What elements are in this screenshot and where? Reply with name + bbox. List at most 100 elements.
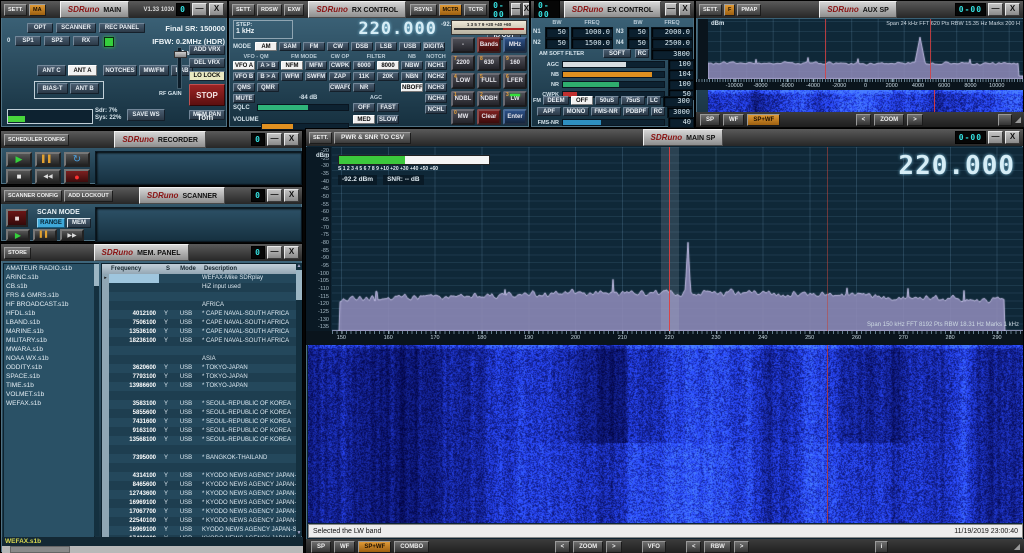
table-row[interactable]: 3620600 Y USB * TOKYO-JAPAN — [102, 364, 296, 373]
mode-button[interactable]: FM — [303, 42, 325, 51]
table-row[interactable] — [102, 346, 296, 355]
minimize-icon[interactable]: — — [988, 3, 1004, 16]
mw-fm-notch-button[interactable]: MW/FM — [139, 65, 169, 76]
memory-bank-item[interactable]: HFDL.s1b — [4, 309, 94, 318]
rx-grid-button[interactable]: SWFM — [305, 72, 327, 81]
exw-button[interactable]: EXW — [283, 3, 305, 16]
sp-wf-button[interactable]: SP+WF — [358, 540, 392, 553]
mem-h-scrollbar[interactable] — [2, 546, 303, 553]
table-row[interactable]: 17067700 Y USB * KYODO NEWS AGENCY JAPAN-S — [102, 508, 296, 517]
memory-bank-item[interactable]: AMATEUR RADIO.s1b — [4, 264, 94, 273]
vfo-button[interactable]: VFO — [641, 540, 666, 553]
zoom-out-button[interactable]: < — [554, 540, 571, 553]
rx-grid-button[interactable]: VFO B — [233, 72, 255, 81]
column-header[interactable]: S — [161, 264, 175, 274]
keypad-key[interactable]: NDBL 1 — [451, 91, 475, 107]
aux-settings-button[interactable]: SETT. — [699, 3, 722, 16]
record-pause-button[interactable]: ▌▌ — [35, 152, 61, 167]
rdsw-button[interactable]: RDSW — [256, 3, 282, 16]
table-row[interactable]: 18236100 Y USB * CAPE NAVAL-SOUTH AFRICA — [102, 337, 296, 346]
keypad-key[interactable]: LOW 4 — [451, 73, 475, 89]
rx-grid-button[interactable]: B > A — [257, 72, 279, 81]
table-row[interactable]: 5855600 Y USB * SEOUL-REPUBLIC OF KOREA — [102, 409, 296, 418]
keypad-key[interactable]: 2200 7 — [451, 55, 475, 71]
ant-a-button[interactable]: ANT A — [68, 65, 97, 76]
memory-bank-item[interactable]: CB.s1b — [4, 282, 94, 291]
table-row[interactable]: ASIA — [102, 355, 296, 364]
keypad-key[interactable]: LFER 6 — [503, 73, 527, 89]
main-waterfall[interactable] — [308, 345, 1023, 523]
sp1-button[interactable]: SP1 — [15, 36, 41, 46]
step-box[interactable]: STEP: 1 kHz — [233, 20, 293, 39]
save-ws-button[interactable]: SAVE WS — [127, 109, 165, 121]
keypad-key[interactable]: Bands — [477, 37, 501, 53]
column-header[interactable]: Mode — [175, 264, 201, 274]
minimize-icon[interactable]: — — [192, 3, 207, 16]
record-rewind-button[interactable]: ◀◀ — [35, 169, 61, 184]
main-settings-button[interactable]: SETT. — [4, 3, 27, 16]
minimize-icon[interactable]: — — [510, 3, 521, 16]
fms-nr-slider[interactable] — [562, 119, 665, 126]
scrollbar-thumb[interactable] — [296, 270, 302, 300]
minimize-icon[interactable]: — — [267, 133, 282, 146]
rbw-down-button[interactable]: < — [685, 540, 702, 553]
mode-button[interactable]: DSB — [351, 42, 373, 51]
add-lockout-button[interactable]: ADD LOCKOUT — [64, 189, 113, 202]
rx-grid-button[interactable]: 11K — [353, 72, 375, 81]
memory-bank-item[interactable]: HF BROADCAST.s1b — [4, 300, 94, 309]
store-button[interactable]: STORE — [4, 246, 31, 259]
keypad-key[interactable]: - — [451, 37, 475, 53]
table-row[interactable]: 13568100 Y USB * SEOUL-REPUBLIC OF KOREA — [102, 436, 296, 445]
pdbpf-button[interactable]: PDBPF — [623, 107, 649, 116]
scanner-button[interactable]: SCANNER — [56, 23, 96, 33]
n3-bw-field[interactable]: 50 — [627, 27, 649, 38]
deem-75us-button[interactable]: 75uS — [621, 96, 645, 105]
minimize-icon[interactable]: — — [665, 3, 678, 16]
keypad-key[interactable]: MHz — [503, 37, 527, 53]
keypad-key[interactable]: 160 9 — [503, 55, 527, 71]
record-stop-button[interactable]: ■ — [6, 169, 32, 184]
nr-slider[interactable] — [562, 81, 665, 88]
nch4-button[interactable]: NCH4 — [425, 94, 447, 103]
deem-50us-button[interactable]: 50uS — [595, 96, 619, 105]
table-row[interactable]: 16969100 Y USB KYODO NEWS AGENCY JAPAN-SIN — [102, 526, 296, 535]
n2-freq-field[interactable]: 1500.0 — [571, 38, 613, 49]
rx-grid-button[interactable]: ZAP — [329, 72, 351, 81]
wf-button[interactable]: WF — [334, 540, 356, 553]
column-header[interactable]: Frequency — [109, 264, 161, 274]
mode-button[interactable]: CW — [327, 42, 349, 51]
scroll-down-icon[interactable]: ▼ — [296, 530, 302, 536]
close-icon[interactable]: X — [284, 133, 299, 146]
keypad-key[interactable]: LW 3 — [503, 91, 527, 107]
rf-gain-slider[interactable] — [174, 47, 187, 89]
pwr-snr-csv-button[interactable]: PWR & SNR TO CSV — [333, 131, 412, 144]
resize-grip-icon[interactable]: ◢ — [1015, 115, 1021, 124]
column-header[interactable]: Description — [201, 264, 296, 274]
aux-spectrum[interactable]: dBm Span 24 kHz FFT 620 Pts RBW 15.35 Hz… — [708, 19, 1023, 79]
rx-grid-button[interactable]: QMS — [233, 83, 255, 92]
table-row[interactable]: 3583100 Y USB * SEOUL-REPUBLIC OF KOREA — [102, 400, 296, 409]
table-row[interactable]: HiZ input used — [102, 283, 296, 292]
rx-grid-button[interactable]: NBOFF — [401, 83, 423, 92]
close-icon[interactable]: X — [1005, 131, 1021, 144]
rx-grid-button[interactable]: A > B — [257, 61, 279, 70]
scan-stop-button[interactable]: ■ — [6, 209, 28, 227]
memory-bank-item[interactable]: NOAA WX.s1b — [4, 354, 94, 363]
n2-bw-field[interactable]: 50 — [545, 38, 569, 49]
memory-bank-item[interactable]: VOLMET.s1b — [4, 390, 94, 399]
main-ma-button[interactable]: MA — [28, 3, 46, 16]
rx-frequency-display[interactable]: 220.000 — [301, 19, 437, 39]
minimize-icon[interactable]: — — [267, 189, 282, 202]
opt-button[interactable]: OPT — [27, 23, 53, 33]
memory-bank-item[interactable]: MILITARY.s1b — [4, 336, 94, 345]
agc-slow-button[interactable]: SLOW — [377, 115, 399, 124]
soft-button[interactable]: SOFT — [603, 49, 631, 58]
scrollbar-thumb[interactable] — [10, 546, 70, 553]
zoom-in-button[interactable]: > — [606, 540, 622, 553]
close-icon[interactable]: X — [1005, 3, 1021, 16]
pmap-button[interactable]: PMAP — [737, 3, 762, 16]
keypad-key[interactable]: FULL 5 — [477, 73, 501, 89]
rx-grid-button[interactable]: QMR — [257, 83, 279, 92]
table-row[interactable] — [102, 463, 296, 472]
close-icon[interactable]: X — [209, 3, 224, 16]
